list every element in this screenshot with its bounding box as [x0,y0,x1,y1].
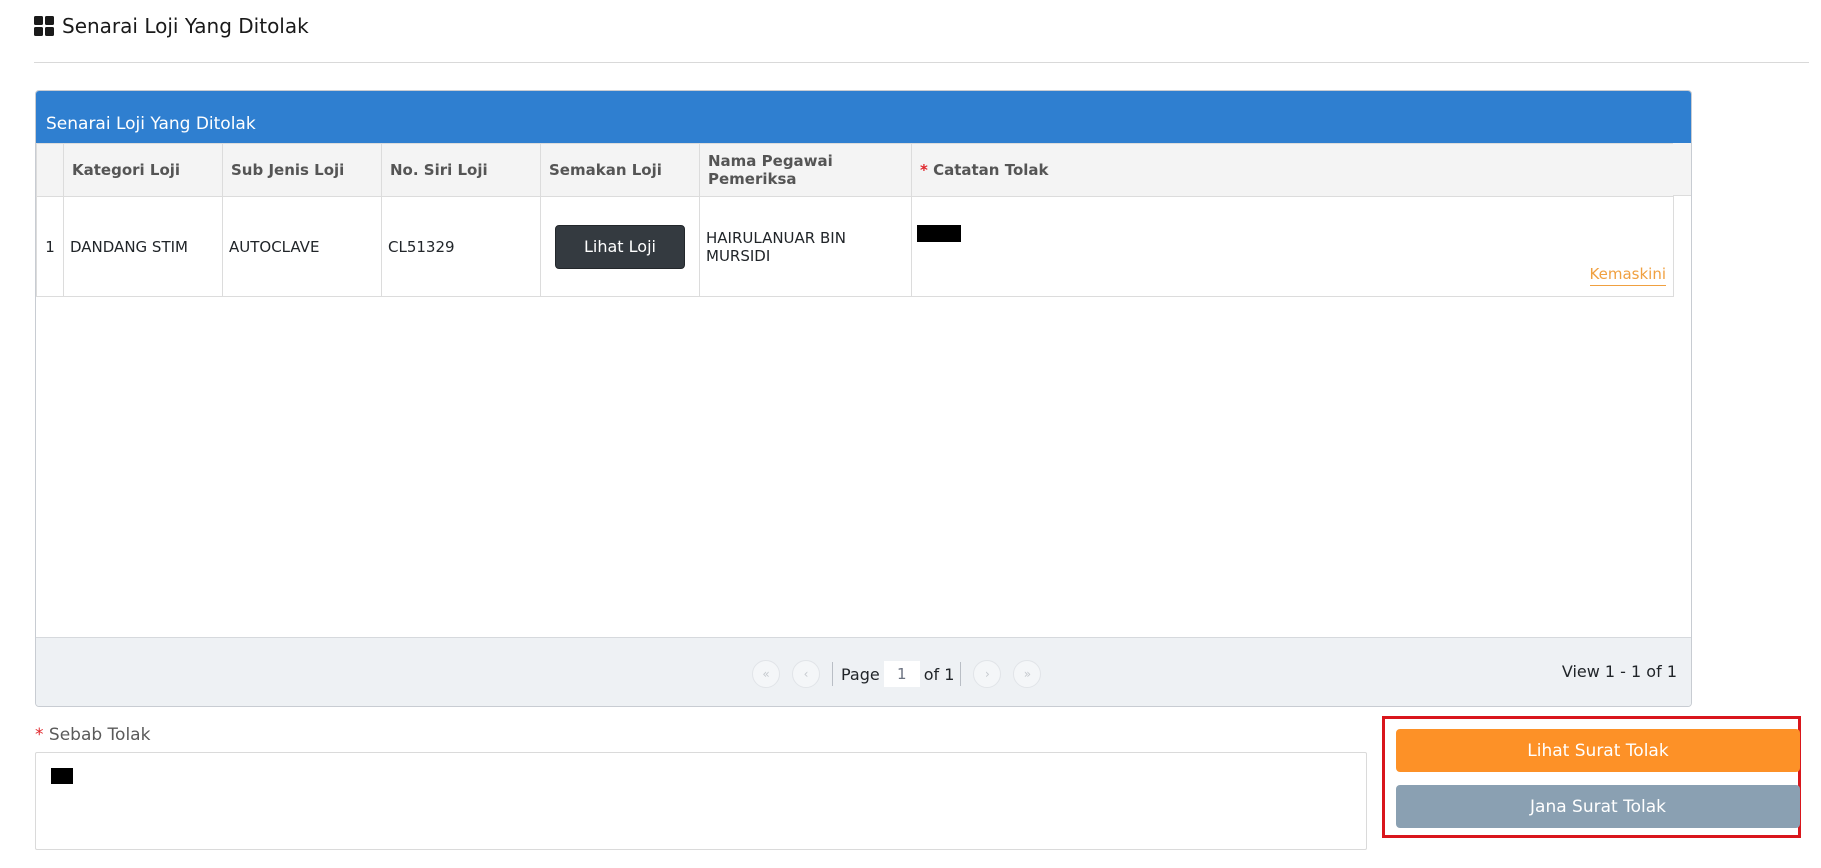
jana-surat-tolak-button[interactable]: Jana Surat Tolak [1396,785,1800,828]
page-label: Page [841,664,880,684]
action-buttons-highlight: Lihat Surat Tolak Jana Surat Tolak [1382,716,1801,838]
panel-title: Senarai Loji Yang Ditolak [46,114,256,134]
sebab-tolak-label-text: Sebab Tolak [48,725,151,745]
page-title-text: Senarai Loji Yang Ditolak [62,14,309,38]
column-header-catatan-label: Catatan Tolak [933,161,1049,179]
last-page-icon[interactable]: » [1013,660,1042,688]
page-number-input[interactable]: 1 [883,661,920,687]
column-header-kategori[interactable]: Kategori Loji [63,143,223,197]
rejected-plants-table: Kategori Loji Sub Jenis Loji No. Siri Lo… [36,143,1674,297]
lihat-loji-button[interactable]: Lihat Loji [555,224,685,269]
pager-bar: « ‹ Page 1 of 1 › » View 1 - 1 of 1 [36,637,1691,706]
column-header-pegawai[interactable]: Nama Pegawai Pemeriksa [699,143,912,197]
redacted-text [917,225,961,242]
prev-page-icon[interactable]: ‹ [792,660,820,688]
pager-controls: « ‹ Page 1 of 1 › » [752,660,1053,688]
pager-separator [960,662,962,686]
cell-kategori: DANDANG STIM [63,196,223,297]
redacted-text [51,768,73,784]
lihat-surat-tolak-button[interactable]: Lihat Surat Tolak [1396,729,1800,772]
column-header-sub-jenis[interactable]: Sub Jenis Loji [222,143,382,197]
row-number: 1 [36,196,64,297]
sebab-tolak-label: * Sebab Tolak [35,725,150,745]
column-header-no-siri[interactable]: No. Siri Loji [381,143,541,197]
grid-icon [34,16,54,36]
cell-semakan: Lihat Loji [540,196,700,297]
cell-no-siri: CL51329 [381,196,541,297]
panel-header: Senarai Loji Yang Ditolak [36,91,1691,143]
view-records-info: View 1 - 1 of 1 [1561,662,1677,681]
first-page-icon[interactable]: « [752,660,780,688]
grid-scroll-header-cap [1673,143,1691,196]
rejected-plants-panel: Senarai Loji Yang Ditolak Kategori Loji … [35,90,1692,707]
kemaskini-link[interactable]: Kemaskini [1589,265,1666,286]
cell-catatan[interactable]: Kemaskini [911,196,1674,297]
column-header-catatan[interactable]: * Catatan Tolak [911,143,1674,197]
required-marker: * [35,725,44,745]
required-marker: * [920,161,928,179]
pager-separator [832,662,833,686]
cell-pegawai: HAIRULANUAR BIN MURSIDI [699,196,912,297]
next-page-icon[interactable]: › [973,660,1002,688]
column-header-rownum [36,143,64,197]
page-of-label: of 1 [923,664,955,684]
column-header-semakan[interactable]: Semakan Loji [540,143,700,197]
page-title: Senarai Loji Yang Ditolak [34,10,309,42]
table-row[interactable]: 1 DANDANG STIM AUTOCLAVE CL51329 Lihat L… [36,196,1674,297]
cell-sub-jenis: AUTOCLAVE [222,196,382,297]
table-header-row: Kategori Loji Sub Jenis Loji No. Siri Lo… [36,143,1674,197]
sebab-tolak-textarea[interactable] [35,752,1367,850]
title-divider [34,62,1809,63]
